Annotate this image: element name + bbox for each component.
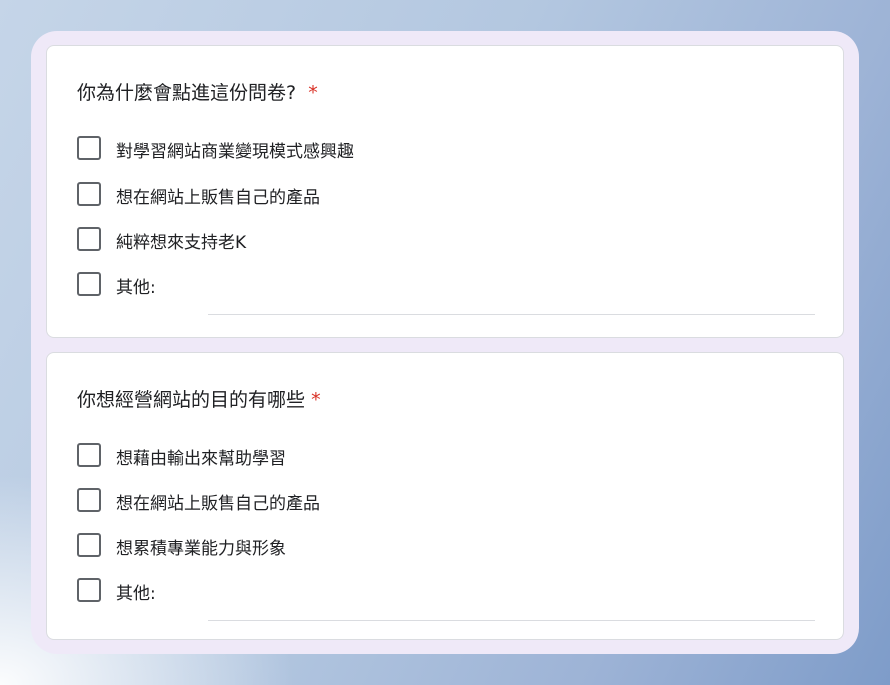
option-label: 純粹想來支持老K — [116, 233, 247, 253]
required-asterisk: * — [311, 389, 321, 411]
question-title: 你為什麼會點進這份問卷? * — [77, 82, 318, 104]
checkbox-option[interactable]: 對學習網站商業變現模式感興趣 — [77, 136, 817, 162]
checkbox[interactable] — [77, 182, 101, 206]
checkbox-option-other[interactable]: 其他: — [77, 578, 817, 621]
checkbox-option[interactable]: 想累積專業能力與形象 — [77, 533, 817, 559]
other-text-input[interactable] — [208, 598, 815, 621]
checkbox-option[interactable]: 想藉由輸出來幫助學習 — [77, 443, 817, 469]
option-label-other: 其他: — [116, 584, 156, 604]
option-label: 想累積專業能力與形象 — [116, 539, 286, 559]
checkbox[interactable] — [77, 533, 101, 557]
question-title: 你想經營網站的目的有哪些 * — [77, 389, 321, 411]
option-label: 對學習網站商業變現模式感興趣 — [116, 142, 354, 162]
checkbox[interactable] — [77, 488, 101, 512]
option-label-other: 其他: — [116, 278, 156, 298]
checkbox-option[interactable]: 想在網站上販售自己的產品 — [77, 488, 817, 514]
checkbox[interactable] — [77, 443, 101, 467]
checkbox-option[interactable]: 純粹想來支持老K — [77, 227, 817, 253]
checkbox-option[interactable]: 想在網站上販售自己的產品 — [77, 182, 817, 208]
option-label: 想在網站上販售自己的產品 — [116, 494, 320, 514]
other-text-input[interactable] — [208, 292, 815, 315]
checkbox[interactable] — [77, 272, 101, 296]
checkbox-option-other[interactable]: 其他: — [77, 272, 817, 315]
checkbox[interactable] — [77, 136, 101, 160]
option-label: 想在網站上販售自己的產品 — [116, 188, 320, 208]
question-card-site-goals: 你想經營網站的目的有哪些 * 想藉由輸出來幫助學習 想在網站上販售自己的產品 想… — [46, 352, 844, 640]
form-frame: 你為什麼會點進這份問卷? * 對學習網站商業變現模式感興趣 想在網站上販售自己的… — [31, 31, 859, 654]
question-card-purpose-of-visit: 你為什麼會點進這份問卷? * 對學習網站商業變現模式感興趣 想在網站上販售自己的… — [46, 45, 844, 338]
checkbox[interactable] — [77, 578, 101, 602]
checkbox[interactable] — [77, 227, 101, 251]
required-asterisk: * — [308, 82, 318, 104]
option-label: 想藉由輸出來幫助學習 — [116, 449, 286, 469]
